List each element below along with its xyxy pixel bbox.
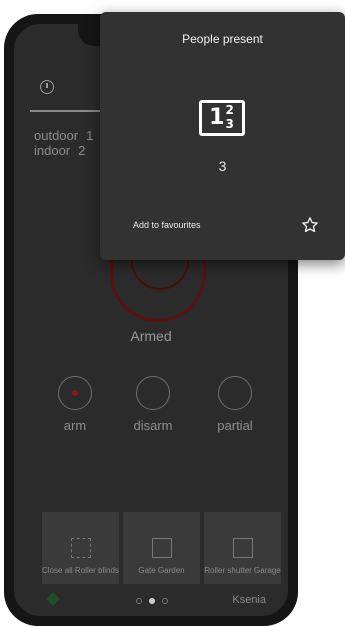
partial-label: partial bbox=[217, 418, 253, 433]
tile-gate-garden[interactable]: Gate Garden bbox=[123, 512, 200, 584]
page-dot-active[interactable] bbox=[149, 598, 155, 604]
disarm-button[interactable]: disarm bbox=[118, 376, 188, 433]
temperature-row-indoor: indoor 2 bbox=[34, 143, 93, 158]
partial-button[interactable]: partial bbox=[200, 376, 270, 433]
tile-close-roller-blinds[interactable]: Close all Roller blinds bbox=[42, 512, 119, 584]
arm-label: arm bbox=[63, 418, 87, 433]
shutter-icon bbox=[232, 538, 253, 558]
star-icon[interactable] bbox=[301, 216, 319, 234]
arm-radio[interactable] bbox=[58, 376, 92, 410]
temperature-value: 2 bbox=[78, 143, 86, 158]
people-counter-icon: 12 3 bbox=[199, 100, 245, 136]
page-dot[interactable] bbox=[136, 598, 142, 604]
people-count: 3 bbox=[218, 158, 227, 174]
alarm-status-ring[interactable] bbox=[110, 246, 206, 322]
temperature-row-outdoor: outdoor 1 bbox=[34, 128, 93, 143]
brand-logo: Ksenia bbox=[232, 594, 266, 606]
clock-icon[interactable] bbox=[40, 80, 54, 94]
selected-dot bbox=[72, 390, 78, 396]
tile-label: Roller shutter Garage bbox=[204, 566, 281, 575]
gate-icon bbox=[151, 538, 172, 558]
temperature-list: outdoor 1 indoor 2 bbox=[34, 128, 93, 158]
disarm-radio[interactable] bbox=[136, 376, 170, 410]
page-indicator bbox=[136, 598, 168, 604]
temperature-value: 1 bbox=[86, 128, 94, 143]
bottom-bar: Ksenia bbox=[14, 591, 288, 616]
tile-roller-shutter-garage[interactable]: Roller shutter Garage bbox=[204, 512, 281, 584]
tile-label: Close all Roller blinds bbox=[42, 566, 119, 575]
temperature-label: outdoor bbox=[34, 128, 79, 143]
page-dot[interactable] bbox=[162, 598, 168, 604]
scenario-tiles: Close all Roller blinds Gate Garden Roll… bbox=[42, 512, 281, 584]
tab-indicator bbox=[30, 110, 110, 112]
tile-label: Gate Garden bbox=[138, 566, 185, 575]
temperature-label: indoor bbox=[34, 143, 71, 158]
alarm-status-label: Armed bbox=[130, 328, 172, 344]
blinds-icon bbox=[70, 538, 91, 558]
arm-button[interactable]: arm bbox=[40, 376, 110, 433]
disarm-label: disarm bbox=[133, 418, 173, 433]
partial-radio[interactable] bbox=[218, 376, 252, 410]
people-present-popup: People present 12 3 3 Add to favourites bbox=[100, 12, 345, 260]
popup-title: People present bbox=[182, 32, 263, 46]
add-to-favourites-link[interactable]: Add to favourites bbox=[133, 220, 201, 230]
phone-icon[interactable] bbox=[45, 591, 61, 607]
